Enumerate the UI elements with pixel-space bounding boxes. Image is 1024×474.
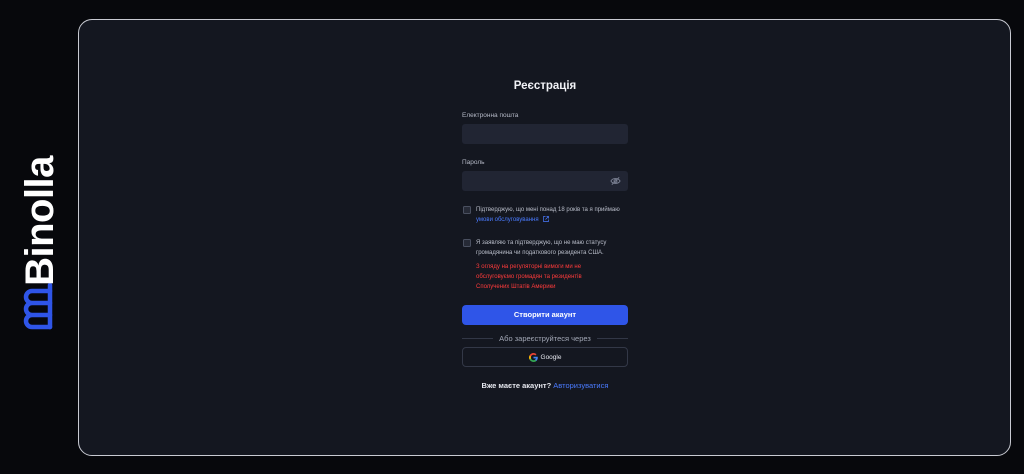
us-status-checkbox[interactable] (463, 239, 471, 247)
us-status-row: Я заявляю та підтверджую, що не маю стат… (462, 238, 628, 258)
divider-line (596, 337, 628, 339)
password-field[interactable] (462, 171, 628, 191)
email-field[interactable] (462, 124, 628, 144)
age-terms-row: Підтверджую, що мені понад 18 років та я… (462, 205, 628, 225)
google-signup-button[interactable]: Google (462, 347, 628, 367)
registration-form: Реєстрація Електронна пошта Пароль Підтв… (462, 77, 628, 392)
divider-line (462, 337, 494, 339)
google-label: Google (540, 353, 562, 361)
age-terms-label: Підтверджую, що мені понад 18 років та я… (476, 207, 620, 223)
registration-panel: Реєстрація Електронна пошта Пароль Підтв… (78, 19, 1011, 456)
us-warning-text: З огляду на регуляторні вимоги ми не обс… (476, 264, 582, 290)
terms-link[interactable]: умови обслуговування (476, 217, 539, 223)
brand-sidebar: Binolla (0, 0, 78, 474)
external-link-icon[interactable] (543, 216, 550, 223)
age-terms-checkbox[interactable] (463, 206, 471, 214)
us-status-label: Я заявляю та підтверджую, що не маю стат… (476, 240, 607, 256)
social-divider: Або зареєструйтеся через (462, 331, 628, 345)
create-account-button[interactable]: Створити акаунт (462, 305, 628, 325)
eye-off-icon[interactable] (610, 176, 621, 186)
divider-text: Або зареєструйтеся через (499, 333, 591, 343)
google-icon (528, 352, 538, 362)
password-label: Пароль (462, 159, 485, 166)
login-link[interactable]: Авторизуватися (553, 381, 608, 390)
form-title: Реєстрація (513, 80, 577, 92)
brand-name: Binolla (18, 156, 62, 286)
login-prompt: Вже маєте акаунт? Авторизуватися (462, 380, 628, 392)
have-account-text: Вже маєте акаунт? (481, 381, 552, 390)
email-label: Електронна пошта (462, 112, 519, 119)
